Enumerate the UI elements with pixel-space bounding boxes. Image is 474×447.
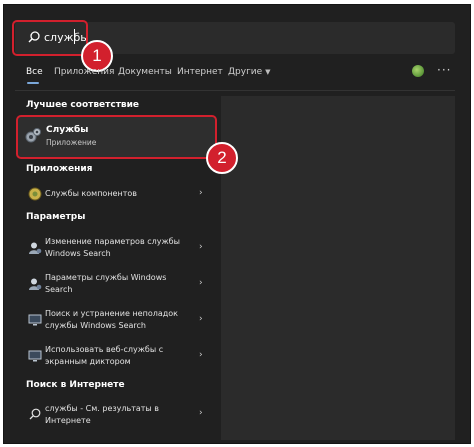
list-item-setting-2[interactable]: Параметры службы Windows Search › [18,270,215,300]
divider [15,90,455,91]
section-settings: Параметры [26,212,86,222]
chevron-right-icon: › [199,350,203,360]
setting-1-line1: Изменение параметров службы [45,237,180,246]
best-match-highlight-frame [16,115,217,159]
web-search-line2: Интернете [45,416,91,425]
tab-all[interactable]: Все [26,67,43,77]
monitor-icon [28,314,42,326]
section-apps: Приложения [26,164,93,174]
list-item-web-search[interactable]: службы - См. результаты в Интернете › [18,400,215,430]
list-item-setting-4[interactable]: Использовать веб-службы с экранным дикто… [18,342,215,372]
tab-apps[interactable]: Приложения [54,67,114,77]
user-settings-icon [29,278,42,290]
chevron-right-icon: › [199,408,203,418]
monitor-icon [28,350,42,362]
search-icon [29,408,41,420]
setting-3-line1: Поиск и устранение неполадок [45,309,178,318]
components-icon [28,187,42,201]
user-settings-icon [29,242,42,254]
web-search-line1: службы - См. результаты в [45,404,159,413]
avatar[interactable] [412,65,424,77]
setting-4-line2: экранным диктором [45,357,131,366]
chevron-right-icon: › [199,242,203,252]
chevron-right-icon: › [199,188,203,198]
step-badge-2: 2 [206,142,238,174]
chevron-right-icon: › [199,314,203,324]
tab-other-label: Другие [228,67,263,77]
list-item-setting-1[interactable]: Изменение параметров службы Windows Sear… [18,234,215,264]
setting-2-line1: Параметры службы Windows [45,273,167,282]
more-options-icon[interactable]: ··· [437,63,451,77]
tab-other[interactable]: Другие ▼ [228,67,270,77]
list-item-label: Службы компонентов [45,189,137,198]
search-highlight-frame [12,20,88,56]
setting-1-line2: Windows Search [45,249,111,258]
section-web-search: Поиск в Интернете [26,380,125,390]
chevron-right-icon: › [199,278,203,288]
section-best-match: Лучшее соответствие [26,100,140,110]
setting-3-line2: службы Windows Search [45,321,146,330]
preview-panel [221,96,455,440]
list-item-setting-3[interactable]: Поиск и устранение неполадок службы Wind… [18,306,215,336]
setting-4-line1: Использовать веб-службы с [45,345,164,354]
list-item-component-services[interactable]: Службы компонентов › [18,185,215,203]
setting-2-line2: Search [45,285,73,294]
chevron-down-icon: ▼ [265,68,271,76]
tab-documents[interactable]: Документы [118,67,172,77]
active-tab-indicator [27,82,39,84]
tab-web[interactable]: Интернет [177,67,223,77]
